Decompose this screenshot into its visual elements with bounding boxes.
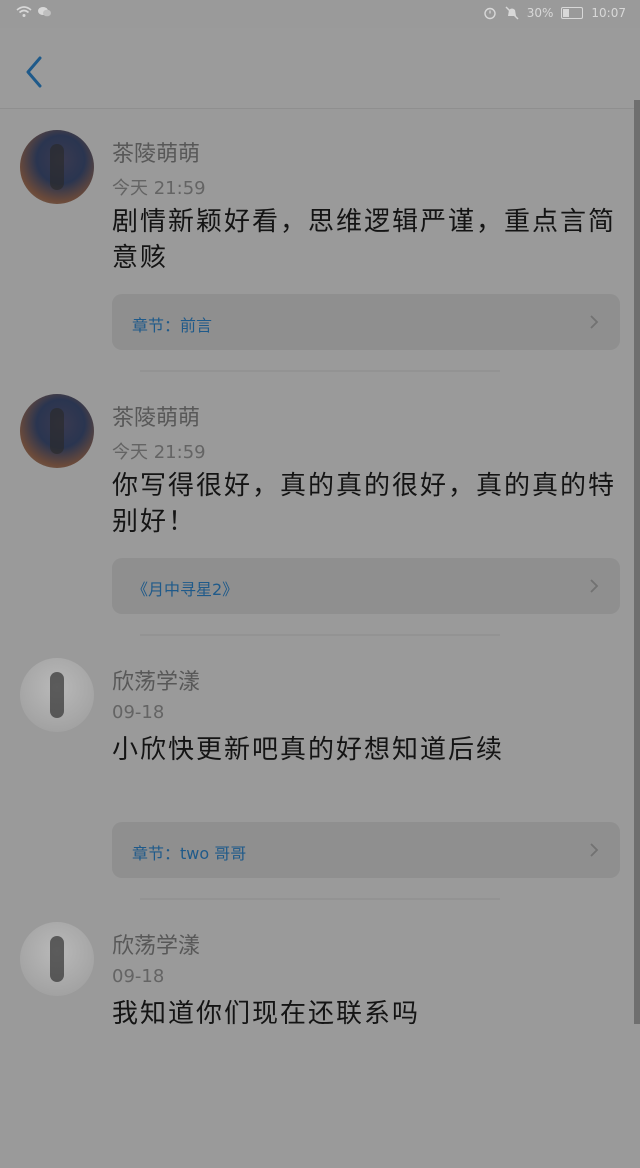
avatar[interactable] xyxy=(20,394,94,468)
comment-list: 茶陵萌萌 今天 21:59 剧情新颖好看，思维逻辑严谨，重点言简意赅 章节：前言… xyxy=(0,112,640,1168)
top-nav xyxy=(0,28,640,109)
chevron-left-icon xyxy=(26,56,42,88)
scroll-edge xyxy=(634,100,640,1024)
username[interactable]: 欣荡学漾 xyxy=(112,928,200,960)
chapter-link[interactable]: 《月中寻星2》 xyxy=(112,558,620,614)
chapter-label: 《月中寻星2》 xyxy=(132,580,239,599)
chapter-label: 章节：two 哥哥 xyxy=(132,844,247,863)
battery-icon xyxy=(561,7,584,19)
comment-item: 欣荡学漾 09-18 小欣快更新吧真的好想知道后续 章节：two 哥哥 xyxy=(0,640,640,904)
divider xyxy=(140,634,500,636)
comment-text: 小欣快更新吧真的好想知道后续 xyxy=(112,735,505,765)
status-right: 30% 10:07 xyxy=(483,6,626,20)
mute-icon xyxy=(505,6,519,20)
wifi-icon xyxy=(16,6,32,17)
comment-text: 剧情新颖好看，思维逻辑严谨，重点言简意赅 xyxy=(112,207,617,273)
comment-time: 今天 21:59 xyxy=(112,178,206,199)
chevron-right-icon xyxy=(590,579,599,593)
comment-time: 09-18 xyxy=(112,702,165,723)
avatar[interactable] xyxy=(20,922,94,996)
wechat-icon xyxy=(38,7,51,17)
comment-item: 茶陵萌萌 今天 21:59 剧情新颖好看，思维逻辑严谨，重点言简意赅 章节：前言 xyxy=(0,112,640,376)
comment-item: 欣荡学漾 09-18 我知道你们现在还联系吗 xyxy=(0,904,640,1168)
divider xyxy=(140,898,500,900)
back-button[interactable] xyxy=(18,54,50,90)
chapter-link[interactable]: 章节：前言 xyxy=(112,294,620,350)
comment-time: 09-18 xyxy=(112,966,165,987)
alarm-icon xyxy=(484,7,496,20)
chevron-right-icon xyxy=(590,315,599,329)
status-left xyxy=(16,6,52,18)
chapter-link[interactable]: 章节：two 哥哥 xyxy=(112,822,620,878)
comment-time: 今天 21:59 xyxy=(112,442,206,463)
status-bar: 30% 10:07 xyxy=(0,0,640,28)
divider xyxy=(140,370,500,372)
status-time: 10:07 xyxy=(591,6,626,20)
battery-percent: 30% xyxy=(526,6,554,20)
avatar[interactable] xyxy=(20,130,94,204)
chevron-right-icon xyxy=(590,843,599,857)
comment-text: 我知道你们现在还联系吗 xyxy=(112,999,421,1029)
chapter-label: 章节：前言 xyxy=(132,316,213,335)
username[interactable]: 欣荡学漾 xyxy=(112,664,200,696)
comment-text: 你写得很好，真的真的很好，真的真的特别好！ xyxy=(112,471,617,537)
comment-item: 茶陵萌萌 今天 21:59 你写得很好，真的真的很好，真的真的特别好！ 《月中寻… xyxy=(0,376,640,640)
username[interactable]: 茶陵萌萌 xyxy=(112,400,200,432)
username[interactable]: 茶陵萌萌 xyxy=(112,136,200,168)
avatar[interactable] xyxy=(20,658,94,732)
